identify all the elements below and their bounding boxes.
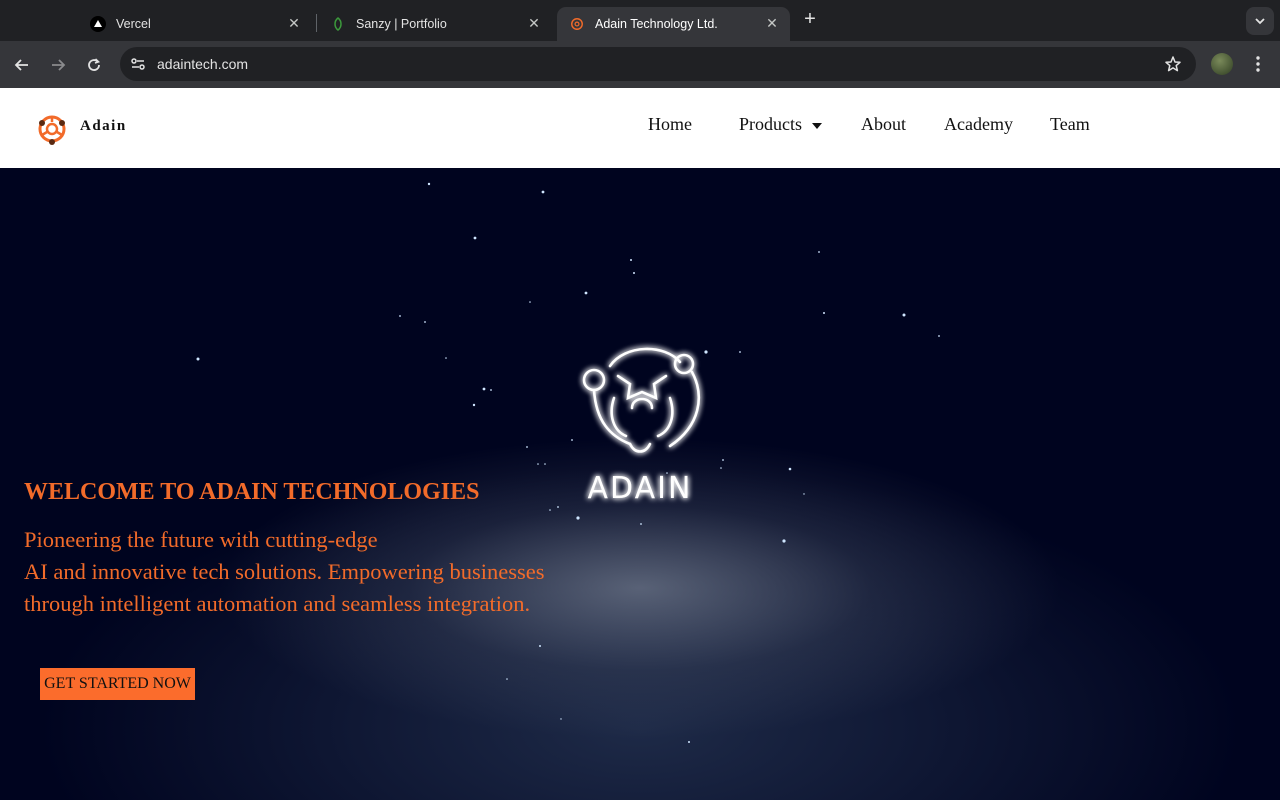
hero-line: through intelligent automation and seaml… bbox=[24, 591, 531, 616]
hero-line: AI and innovative tech solutions. Empowe… bbox=[24, 559, 545, 584]
tab-portfolio[interactable]: Sanzy | Portfolio ✕ bbox=[318, 7, 552, 41]
more-menu-icon[interactable] bbox=[1248, 53, 1268, 75]
url-text: adaintech.com bbox=[157, 56, 249, 72]
browser-toolbar: adaintech.com bbox=[0, 41, 1280, 88]
emblem-text: ADAIN bbox=[588, 471, 693, 506]
tab-adain[interactable]: Adain Technology Ltd. ✕ bbox=[557, 7, 790, 41]
new-tab-icon[interactable]: + bbox=[800, 9, 820, 30]
get-started-button[interactable]: GET STARTED NOW bbox=[40, 668, 195, 700]
caret-down-icon bbox=[811, 122, 822, 129]
hero-section: ADAIN WELCOME TO ADAIN TECHNOLOGIES Pion… bbox=[0, 168, 1280, 800]
vercel-icon bbox=[90, 16, 106, 32]
tab-vercel[interactable]: Vercel ✕ bbox=[78, 7, 312, 41]
address-bar[interactable]: adaintech.com bbox=[120, 47, 1196, 81]
hero-line: Pioneering the future with cutting-edge bbox=[24, 527, 378, 552]
nav-home[interactable]: Home bbox=[648, 114, 692, 135]
tab-search-icon[interactable] bbox=[1246, 7, 1274, 35]
tab-title: Sanzy | Portfolio bbox=[356, 17, 447, 31]
nav-products[interactable]: Products bbox=[739, 114, 823, 135]
profile-avatar[interactable] bbox=[1211, 53, 1233, 75]
reload-icon[interactable] bbox=[82, 53, 106, 77]
adain-glow-emblem: ADAIN bbox=[570, 336, 710, 516]
nav-products-label: Products bbox=[739, 114, 802, 134]
site-header: Adain Home Products About Academy Team bbox=[0, 88, 1280, 168]
hero-title: WELCOME TO ADAIN TECHNOLOGIES bbox=[24, 479, 480, 505]
nav-about[interactable]: About bbox=[861, 114, 906, 135]
bookmark-star-icon[interactable] bbox=[1164, 55, 1182, 73]
back-arrow-icon[interactable] bbox=[10, 53, 34, 77]
nav-team[interactable]: Team bbox=[1050, 114, 1090, 135]
hero-description: Pioneering the future with cutting-edge … bbox=[24, 524, 624, 620]
site-settings-icon[interactable] bbox=[128, 54, 148, 74]
tab-strip: Vercel ✕ Sanzy | Portfolio ✕ Adain Techn… bbox=[0, 0, 1280, 41]
brand-name[interactable]: Adain bbox=[80, 118, 127, 135]
tab-title: Vercel bbox=[116, 17, 151, 31]
close-tab-icon[interactable]: ✕ bbox=[286, 15, 302, 31]
forward-arrow-icon[interactable] bbox=[46, 53, 70, 77]
close-tab-icon[interactable]: ✕ bbox=[526, 15, 542, 31]
nav-academy[interactable]: Academy bbox=[944, 114, 1013, 135]
adain-logo-icon[interactable] bbox=[33, 109, 71, 147]
adain-logo-icon bbox=[569, 16, 585, 32]
tab-separator bbox=[316, 14, 317, 32]
tab-title: Adain Technology Ltd. bbox=[595, 17, 718, 31]
close-tab-icon[interactable]: ✕ bbox=[764, 15, 780, 31]
leaf-icon bbox=[330, 16, 346, 32]
